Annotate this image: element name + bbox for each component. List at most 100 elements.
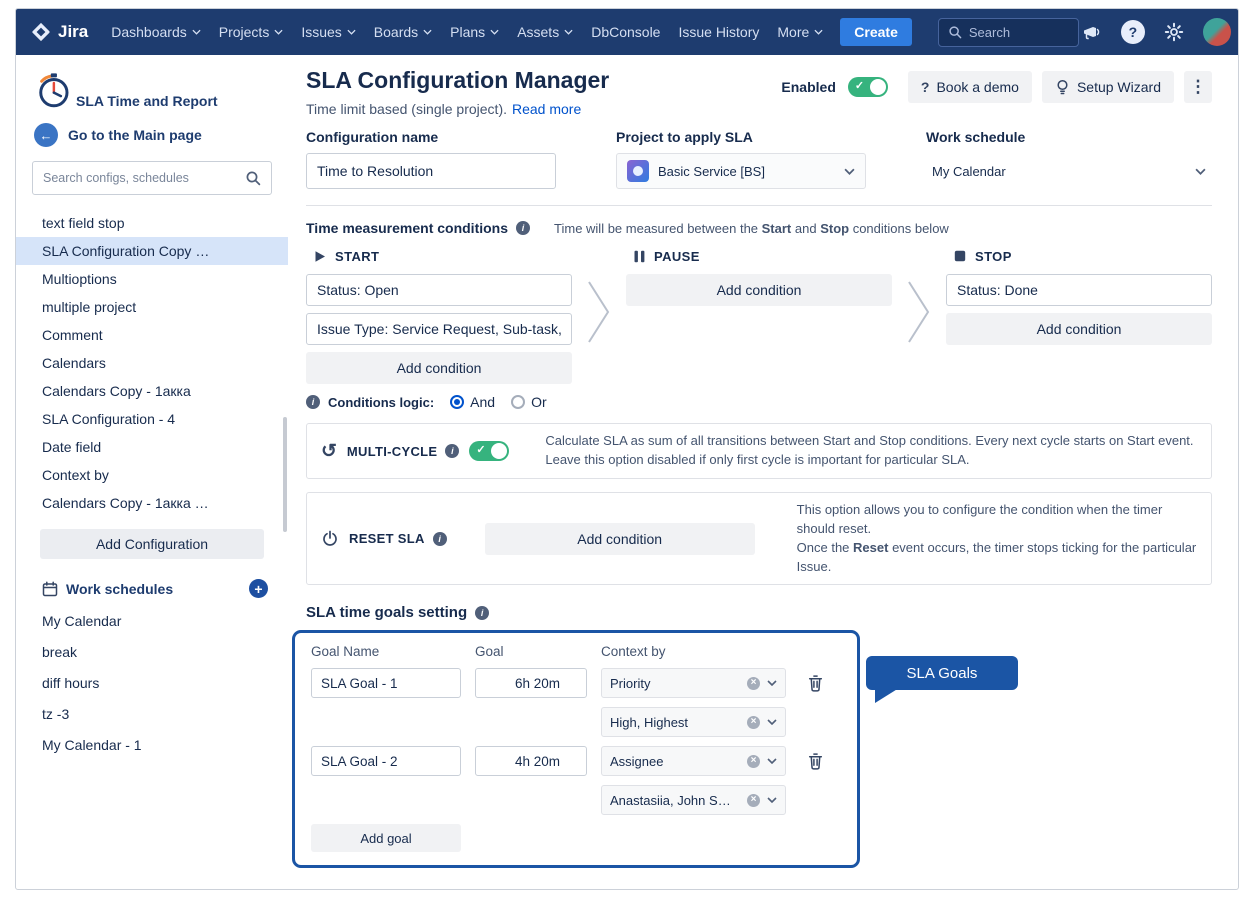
settings-button[interactable]: [1161, 19, 1187, 45]
stop-label: STOP: [975, 249, 1012, 264]
plus-icon: +: [254, 581, 262, 597]
nav-item-dashboards[interactable]: Dashboards: [102, 24, 210, 40]
project-avatar: [627, 160, 649, 182]
schedule-item[interactable]: My Calendar: [16, 606, 288, 637]
info-icon[interactable]: i: [475, 606, 489, 620]
pause-add-condition-button[interactable]: Add condition: [626, 274, 892, 306]
pause-label: PAUSE: [654, 249, 700, 264]
multi-cycle-toggle[interactable]: ✓: [469, 441, 509, 461]
reset-sla-section: RESET SLA i Add condition This option al…: [306, 492, 1212, 585]
chevron-down-icon: [1195, 168, 1206, 175]
nav-search-input[interactable]: [969, 25, 1069, 40]
nav-item-more[interactable]: More: [768, 24, 832, 40]
book-demo-button[interactable]: ?Book a demo: [908, 71, 1032, 103]
config-item-selected[interactable]: SLA Configuration Copy …: [16, 237, 288, 265]
clear-icon[interactable]: ×: [747, 677, 760, 690]
config-item[interactable]: SLA Configuration - 4: [16, 405, 288, 433]
config-item[interactable]: Comment: [16, 321, 288, 349]
trash-icon: [807, 674, 824, 692]
schedule-item[interactable]: diff hours: [16, 668, 288, 699]
check-icon: ✓: [855, 79, 864, 92]
nav-item-issue-history[interactable]: Issue History: [669, 24, 768, 40]
setup-wizard-button[interactable]: Setup Wizard: [1042, 71, 1174, 103]
goal-name-input[interactable]: [311, 668, 461, 698]
sla-goals-title: SLA time goals setting: [306, 604, 467, 621]
info-icon[interactable]: i: [516, 221, 530, 235]
clear-icon[interactable]: ×: [747, 755, 760, 768]
configuration-name-input[interactable]: [306, 153, 556, 189]
delete-goal-button[interactable]: [800, 668, 830, 698]
start-add-condition-button[interactable]: Add condition: [306, 352, 572, 384]
announcements-button[interactable]: [1079, 19, 1105, 45]
goal-name-input[interactable]: [311, 746, 461, 776]
project-select[interactable]: Basic Service [BS]: [616, 153, 866, 189]
configuration-name-label: Configuration name: [306, 129, 556, 145]
config-item[interactable]: Calendars Copy - 1акка …: [16, 489, 288, 517]
clear-icon[interactable]: ×: [747, 716, 760, 729]
nav-item-plans[interactable]: Plans: [441, 24, 508, 40]
clear-icon[interactable]: ×: [747, 794, 760, 807]
schedule-item[interactable]: My Calendar - 1: [16, 730, 288, 761]
schedule-item[interactable]: break: [16, 637, 288, 668]
time-measurement-title: Time measurement conditions: [306, 220, 508, 236]
add-goal-button[interactable]: Add goal: [311, 824, 461, 852]
info-icon[interactable]: i: [445, 444, 459, 458]
context-field-select[interactable]: Priority ×: [601, 668, 786, 698]
info-icon[interactable]: i: [433, 532, 447, 546]
context-values-select[interactable]: High, Highest ×: [601, 707, 786, 737]
chevron-down-icon: [490, 29, 499, 35]
config-item[interactable]: Multioptions: [16, 265, 288, 293]
work-schedules-title: Work schedules: [66, 581, 173, 597]
config-item[interactable]: Context by: [16, 461, 288, 489]
back-to-main-page[interactable]: ← Go to the Main page: [16, 113, 288, 157]
work-schedules-header: Work schedules +: [16, 569, 288, 606]
user-avatar[interactable]: [1203, 18, 1231, 46]
work-schedule-select[interactable]: My Calendar: [926, 153, 1212, 189]
context-field-select[interactable]: Assignee ×: [601, 746, 786, 776]
start-condition-issuetype[interactable]: [306, 313, 572, 345]
config-item[interactable]: text field stop: [16, 209, 288, 237]
nav-item-dbconsole[interactable]: DbConsole: [582, 24, 669, 40]
nav-item-issues[interactable]: Issues: [292, 24, 364, 40]
stop-add-condition-button[interactable]: Add condition: [946, 313, 1212, 345]
play-icon: [314, 250, 326, 263]
sidebar-search-input[interactable]: [43, 171, 245, 185]
enabled-toggle[interactable]: ✓: [848, 77, 888, 97]
jira-logo-text: Jira: [58, 22, 88, 42]
sidebar-scrollbar[interactable]: [283, 417, 287, 532]
goal-value-input[interactable]: [475, 746, 587, 776]
stop-condition-status[interactable]: [946, 274, 1212, 306]
logic-or-radio[interactable]: Or: [511, 394, 547, 410]
delete-goal-button[interactable]: [800, 746, 830, 776]
schedule-item[interactable]: tz -3: [16, 699, 288, 730]
context-values-select[interactable]: Anastasiia, John Smit… ×: [601, 785, 786, 815]
add-configuration-button[interactable]: Add Configuration: [40, 529, 264, 559]
nav-item-projects[interactable]: Projects: [210, 24, 293, 40]
nav-item-boards[interactable]: Boards: [365, 24, 441, 40]
info-icon[interactable]: i: [306, 395, 320, 409]
logic-and-radio[interactable]: And: [450, 394, 495, 410]
config-item[interactable]: Date field: [16, 433, 288, 461]
kebab-icon: ⋮: [1190, 77, 1207, 97]
read-more-link[interactable]: Read more: [512, 101, 581, 117]
jira-logo[interactable]: Jira: [30, 21, 88, 43]
more-actions-button[interactable]: ⋮: [1184, 71, 1212, 103]
nav-item-assets[interactable]: Assets: [508, 24, 582, 40]
start-column: START Add condition i Conditions logic: …: [306, 248, 572, 410]
reset-add-condition-button[interactable]: Add condition: [485, 523, 755, 555]
config-item[interactable]: Calendars: [16, 349, 288, 377]
gear-icon: [1164, 22, 1184, 42]
back-label: Go to the Main page: [68, 127, 202, 143]
radio-selected-icon: [450, 395, 464, 409]
help-button[interactable]: ?: [1121, 20, 1145, 44]
config-item[interactable]: multiple project: [16, 293, 288, 321]
radio-icon: [511, 395, 525, 409]
start-condition-status[interactable]: [306, 274, 572, 306]
config-item[interactable]: Calendars Copy - 1акка: [16, 377, 288, 405]
add-schedule-button[interactable]: +: [249, 579, 268, 598]
search-icon: [245, 170, 261, 186]
stop-icon: [954, 250, 966, 262]
sidebar: SLA Time and Report ← Go to the Main pag…: [16, 55, 288, 889]
goal-value-input[interactable]: [475, 668, 587, 698]
create-button[interactable]: Create: [840, 18, 912, 46]
